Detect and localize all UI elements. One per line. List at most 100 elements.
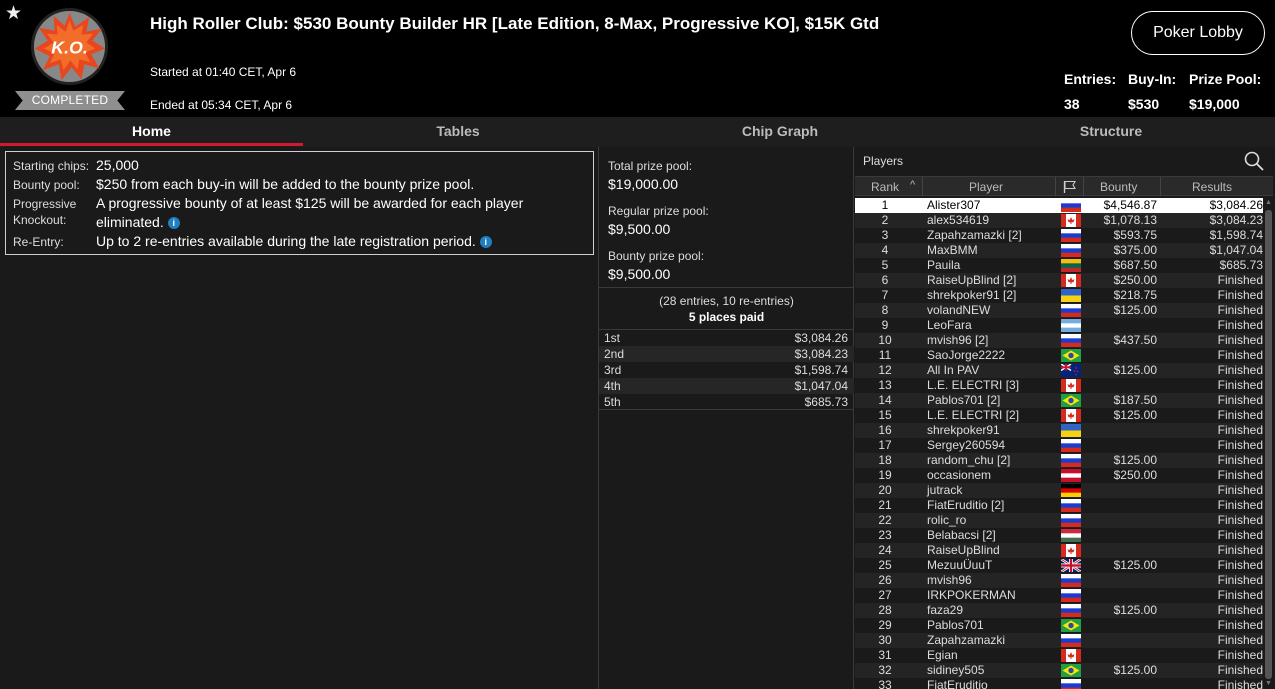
player-row[interactable]: 6 RaiseUpBlind [2] $250.00 Finished (855, 273, 1263, 288)
payout-row: 4th $1,047.04 (599, 378, 854, 394)
player-row[interactable]: 20 jutrack Finished (855, 483, 1263, 498)
player-row[interactable]: 12 All In PAV $125.00 Finished (855, 363, 1263, 378)
player-name: SaoJorge2222 (927, 348, 1006, 362)
tab-structure[interactable]: Structure (950, 117, 1272, 147)
country-flag-ru-icon (1061, 199, 1081, 212)
player-row[interactable]: 31 Egian Finished (855, 648, 1263, 663)
country-flag-ru-icon (1061, 604, 1081, 617)
svg-text:K.O.: K.O. (51, 37, 88, 57)
player-result: $1,047.04 (1209, 243, 1263, 257)
player-result: Finished (1217, 678, 1263, 689)
player-row[interactable]: 14 Pablos701 [2] $187.50 Finished (855, 393, 1263, 408)
country-flag-ru-icon (1061, 679, 1081, 689)
player-rank: 22 (878, 513, 892, 527)
player-row[interactable]: 23 Belabacsi [2] Finished (855, 528, 1263, 543)
player-name: All In PAV (927, 363, 980, 377)
tab-chip-graph[interactable]: Chip Graph (626, 117, 934, 147)
country-flag-ru-icon (1061, 334, 1081, 347)
player-row[interactable]: 5 Pauila $687.50 $685.73 (855, 258, 1263, 273)
player-bounty: $437.50 (1113, 333, 1157, 347)
tab-tables[interactable]: Tables (303, 117, 613, 147)
player-row[interactable]: 29 Pablos701 Finished (855, 618, 1263, 633)
player-name: RaiseUpBlind (927, 543, 1000, 557)
player-rank: 21 (878, 498, 892, 512)
starting-chips-label: Starting chips: (13, 159, 90, 173)
info-icon[interactable]: i (479, 236, 492, 249)
payout-place: 4th (604, 379, 621, 393)
favorite-star-icon[interactable]: ★ (5, 4, 22, 23)
player-row[interactable]: 33 FiatEruditio Finished (855, 678, 1263, 689)
player-rank: 31 (878, 648, 892, 662)
country-flag-ru-icon (1061, 439, 1081, 452)
player-row[interactable]: 7 shrekpoker91 [2] $218.75 Finished (855, 288, 1263, 303)
country-flag-hu-icon (1061, 529, 1081, 542)
player-row[interactable]: 11 SaoJorge2222 Finished (855, 348, 1263, 363)
player-row[interactable]: 13 L.E. ELECTRI [3] Finished (855, 378, 1263, 393)
player-row[interactable]: 28 faza29 $125.00 Finished (855, 603, 1263, 618)
scroll-up-arrow-icon[interactable]: ▲ (1264, 198, 1273, 208)
player-rank: 4 (881, 243, 889, 257)
info-icon[interactable]: i (167, 217, 180, 230)
player-bounty: $687.50 (1113, 258, 1157, 272)
country-flag-ar-icon (1061, 319, 1081, 332)
players-scrollbar[interactable]: ▲ ▼ (1264, 198, 1273, 689)
player-row[interactable]: 9 LeoFara Finished (855, 318, 1263, 333)
player-name: volandNEW (927, 303, 991, 317)
player-row[interactable]: 10 mvish96 [2] $437.50 Finished (855, 333, 1263, 348)
player-name: shrekpoker91 (927, 423, 1000, 437)
ko-logo-icon: K.O. (30, 7, 109, 86)
payout-row: 2nd $3,084.23 (599, 346, 854, 362)
player-name: IRKPOKERMAN (927, 588, 1016, 602)
player-row[interactable]: 17 Sergey260594 Finished (855, 438, 1263, 453)
country-flag-br-icon (1061, 664, 1081, 677)
player-row[interactable]: 18 random_chu [2] $125.00 Finished (855, 453, 1263, 468)
player-result: Finished (1217, 363, 1263, 377)
column-separator (1160, 177, 1161, 196)
player-row[interactable]: 24 RaiseUpBlind Finished (855, 543, 1263, 558)
player-name: Belabacsi [2] (927, 528, 996, 542)
country-flag-ca-icon (1061, 409, 1081, 422)
country-flag-ca-icon (1061, 214, 1081, 227)
player-row[interactable]: 2 alex534619 $1,078.13 $3,084.23 (855, 213, 1263, 228)
flag-column-icon[interactable] (1063, 180, 1077, 193)
country-flag-ru-icon (1061, 499, 1081, 512)
scroll-down-arrow-icon[interactable]: ▼ (1264, 679, 1273, 689)
player-row[interactable]: 3 Zapahzamazki [2] $593.75 $1,598.74 (855, 228, 1263, 243)
player-row[interactable]: 4 MaxBMM $375.00 $1,047.04 (855, 243, 1263, 258)
player-row[interactable]: 21 FiatEruditio [2] Finished (855, 498, 1263, 513)
player-name: Pauila (927, 258, 961, 272)
bounty-pool-value: $250 from each buy-in will be added to t… (96, 176, 475, 192)
player-result: Finished (1217, 438, 1263, 452)
player-rank: 26 (878, 573, 892, 587)
country-flag-ua-icon (1061, 424, 1081, 437)
player-row[interactable]: 22 rolic_ro Finished (855, 513, 1263, 528)
status-badge: COMPLETED (15, 91, 125, 110)
player-rank: 14 (878, 393, 892, 407)
player-row[interactable]: 16 shrekpoker91 Finished (855, 423, 1263, 438)
bounty-prize-pool-value: $9,500.00 (608, 266, 671, 282)
player-row[interactable]: 19 occasionem $250.00 Finished (855, 468, 1263, 483)
progressive-ko-value-1: A progressive bounty of at least $125 wi… (96, 195, 524, 211)
player-column-header[interactable]: Player (969, 180, 1003, 194)
player-row[interactable]: 26 mvish96 Finished (855, 573, 1263, 588)
player-row[interactable]: 32 sidiney505 $125.00 Finished (855, 663, 1263, 678)
sort-ascending-icon[interactable]: ^ (910, 179, 915, 191)
player-rank: 29 (878, 618, 892, 632)
player-row[interactable]: 25 MezuuÜuuT $125.00 Finished (855, 558, 1263, 573)
payout-amount: $685.73 (804, 395, 848, 409)
bounty-column-header[interactable]: Bounty (1100, 180, 1137, 194)
player-row[interactable]: 15 L.E. ELECTRI [2] $125.00 Finished (855, 408, 1263, 423)
player-row[interactable]: 27 IRKPOKERMAN Finished (855, 588, 1263, 603)
player-name: MaxBMM (927, 243, 978, 257)
player-row[interactable]: 1 Alister307 $4,546.87 $3,084.26 (855, 198, 1263, 213)
results-column-header[interactable]: Results (1192, 180, 1232, 194)
player-row[interactable]: 8 volandNEW $125.00 Finished (855, 303, 1263, 318)
player-row[interactable]: 30 Zapahzamazki Finished (855, 633, 1263, 648)
player-rank: 10 (878, 333, 892, 347)
poker-lobby-button[interactable]: Poker Lobby (1131, 11, 1265, 55)
search-icon[interactable] (1244, 151, 1264, 171)
rank-column-header[interactable]: Rank (871, 180, 899, 194)
scrollbar-thumb[interactable] (1265, 210, 1272, 679)
re-entry-label: Re-Entry: (13, 235, 64, 249)
country-flag-br-icon (1061, 349, 1081, 362)
